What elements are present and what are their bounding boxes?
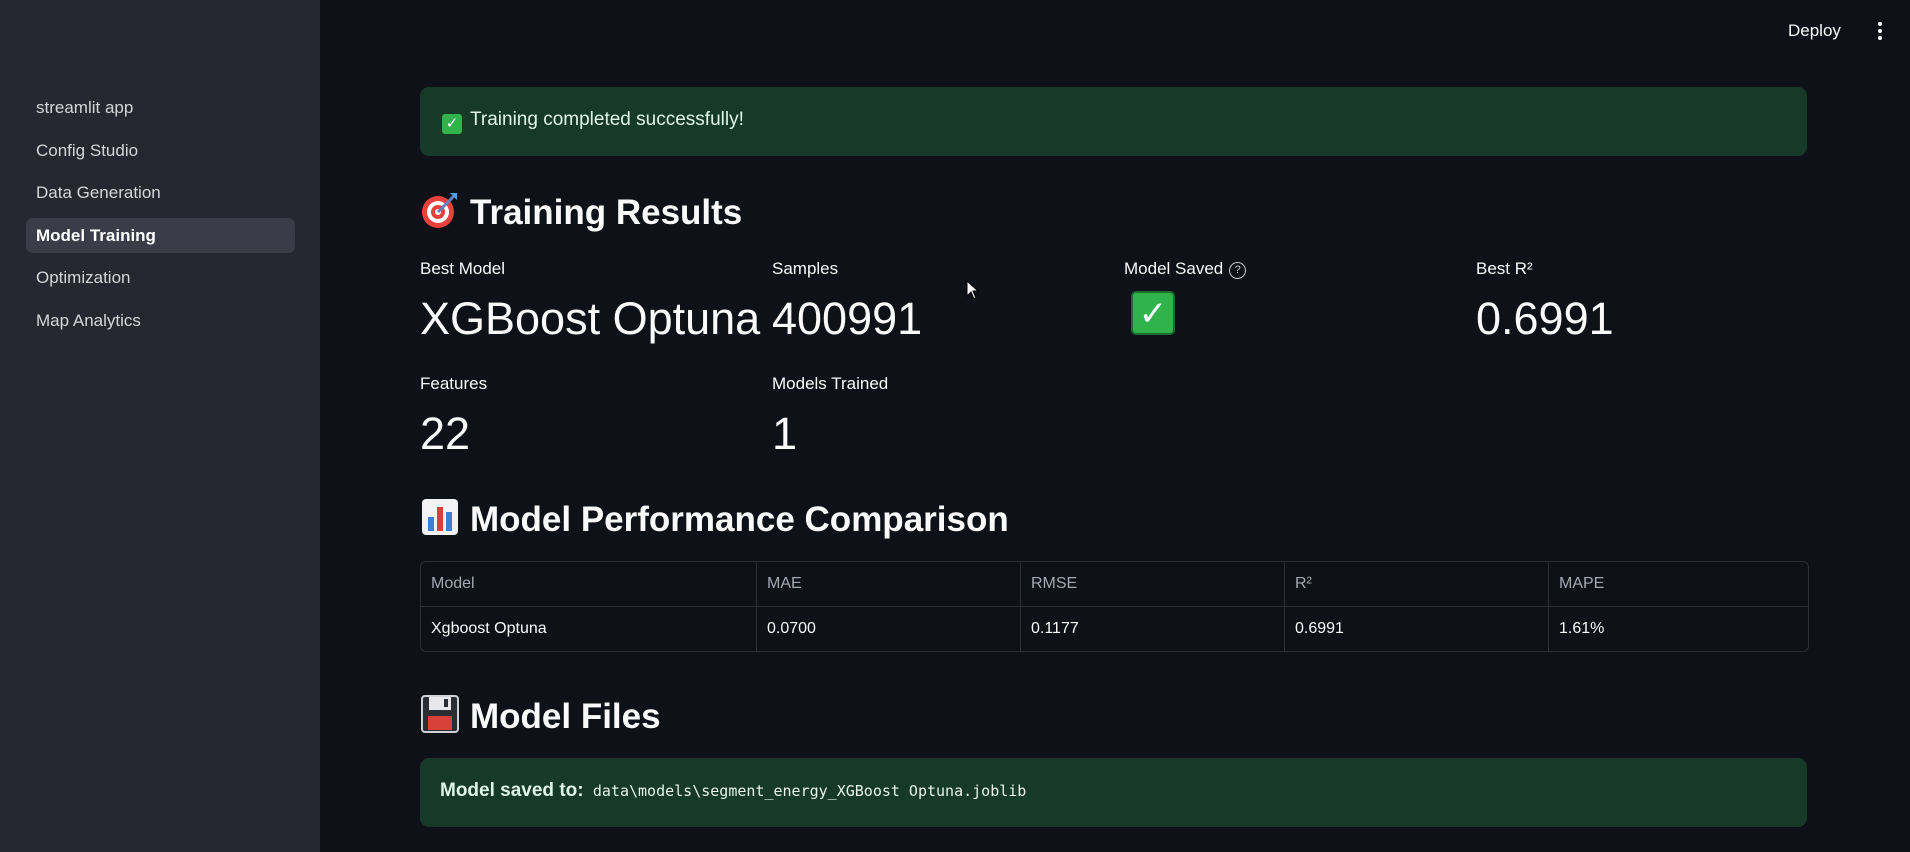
bar-chart-icon (422, 499, 458, 535)
table-cell[interactable]: 0.0700 (757, 607, 1021, 651)
column-header[interactable]: RMSE (1021, 562, 1285, 606)
column-header[interactable]: MAE (757, 562, 1021, 606)
table-cell[interactable]: Xgboost Optuna (421, 607, 757, 651)
metric-best-r2: Best R² 0.6991 (1476, 259, 1614, 345)
metric-value: 400991 (772, 293, 923, 344)
target-icon (422, 193, 457, 228)
sidebar-item-optimization[interactable]: Optimization (26, 260, 295, 295)
table-cell[interactable]: 0.6991 (1285, 607, 1549, 651)
training-results-heading: Training Results (420, 190, 742, 233)
comparison-heading: Model Performance Comparison (420, 497, 1009, 540)
metric-label: Best R² (1476, 259, 1533, 278)
floppy-disk-icon (421, 695, 459, 733)
table-cell[interactable]: 0.1177 (1021, 607, 1285, 651)
check-box-icon: ✓ (442, 114, 462, 134)
success-message: ✓ Training completed successfully! (442, 109, 744, 134)
help-circle-icon[interactable]: ? (1229, 262, 1247, 279)
metric-features: Features 22 (420, 374, 487, 460)
deploy-button[interactable]: Deploy (1788, 21, 1841, 41)
kebab-menu-icon[interactable] (1874, 22, 1886, 44)
model-files-title: Model Files (470, 697, 661, 736)
column-header[interactable]: MAPE (1549, 562, 1808, 606)
metric-label: Model Saved? (1124, 259, 1247, 279)
column-header[interactable]: R² (1285, 562, 1549, 606)
metric-value: XGBoost Optuna (420, 293, 761, 344)
sidebar-item-config-studio[interactable]: Config Studio (26, 133, 295, 168)
sidebar: streamlit app Config Studio Data Generat… (0, 0, 320, 852)
success-alert: ✓ Training completed successfully! (420, 87, 1807, 156)
model-saved-path: data\models\segment_energy_XGBoost Optun… (592, 782, 1027, 800)
table-row: Xgboost Optuna 0.0700 0.1177 0.6991 1.61… (421, 607, 1808, 651)
metric-samples: Samples 400991 (772, 259, 922, 345)
column-header[interactable]: Model (421, 562, 757, 606)
sidebar-nav: streamlit app Config Studio Data Generat… (26, 90, 295, 345)
model-saved-message: Model saved to: data\models\segment_ener… (440, 780, 1026, 802)
mouse-cursor-icon (966, 280, 980, 300)
metric-label: Samples (772, 259, 839, 278)
table-header-row: Model MAE RMSE R² MAPE (421, 562, 1808, 607)
metric-value: 22 (420, 408, 471, 459)
metric-models-trained: Models Trained 1 (772, 374, 888, 460)
check-box-icon: ✓ (1131, 291, 1175, 335)
metric-label: Best Model (420, 259, 506, 278)
metric-model-saved: Model Saved? ✓ (1124, 259, 1247, 335)
sidebar-item-model-training[interactable]: Model Training (26, 217, 295, 253)
metric-label: Features (420, 374, 488, 393)
metric-best-model: Best Model XGBoost Optuna (420, 259, 760, 345)
metric-value: 1 (772, 408, 798, 459)
sidebar-item-streamlit-app[interactable]: streamlit app (26, 90, 295, 125)
metric-label: Models Trained (772, 374, 889, 393)
comparison-title: Model Performance Comparison (470, 500, 1009, 539)
model-files-heading: Model Files (420, 694, 661, 737)
app: streamlit app Config Studio Data Generat… (0, 0, 1910, 852)
sidebar-item-map-analytics[interactable]: Map Analytics (26, 303, 295, 338)
metric-value: 0.6991 (1476, 293, 1614, 344)
model-saved-alert: Model saved to: data\models\segment_ener… (420, 758, 1807, 827)
sidebar-item-data-generation[interactable]: Data Generation (26, 175, 295, 210)
success-text: Training completed successfully! (470, 109, 744, 130)
training-results-title: Training Results (470, 193, 743, 232)
metric-label-text: Model Saved (1124, 259, 1224, 278)
table-cell[interactable]: 1.61% (1549, 607, 1808, 651)
model-saved-label: Model saved to: (440, 780, 584, 801)
comparison-table: Model MAE RMSE R² MAPE Xgboost Optuna 0.… (420, 561, 1809, 652)
